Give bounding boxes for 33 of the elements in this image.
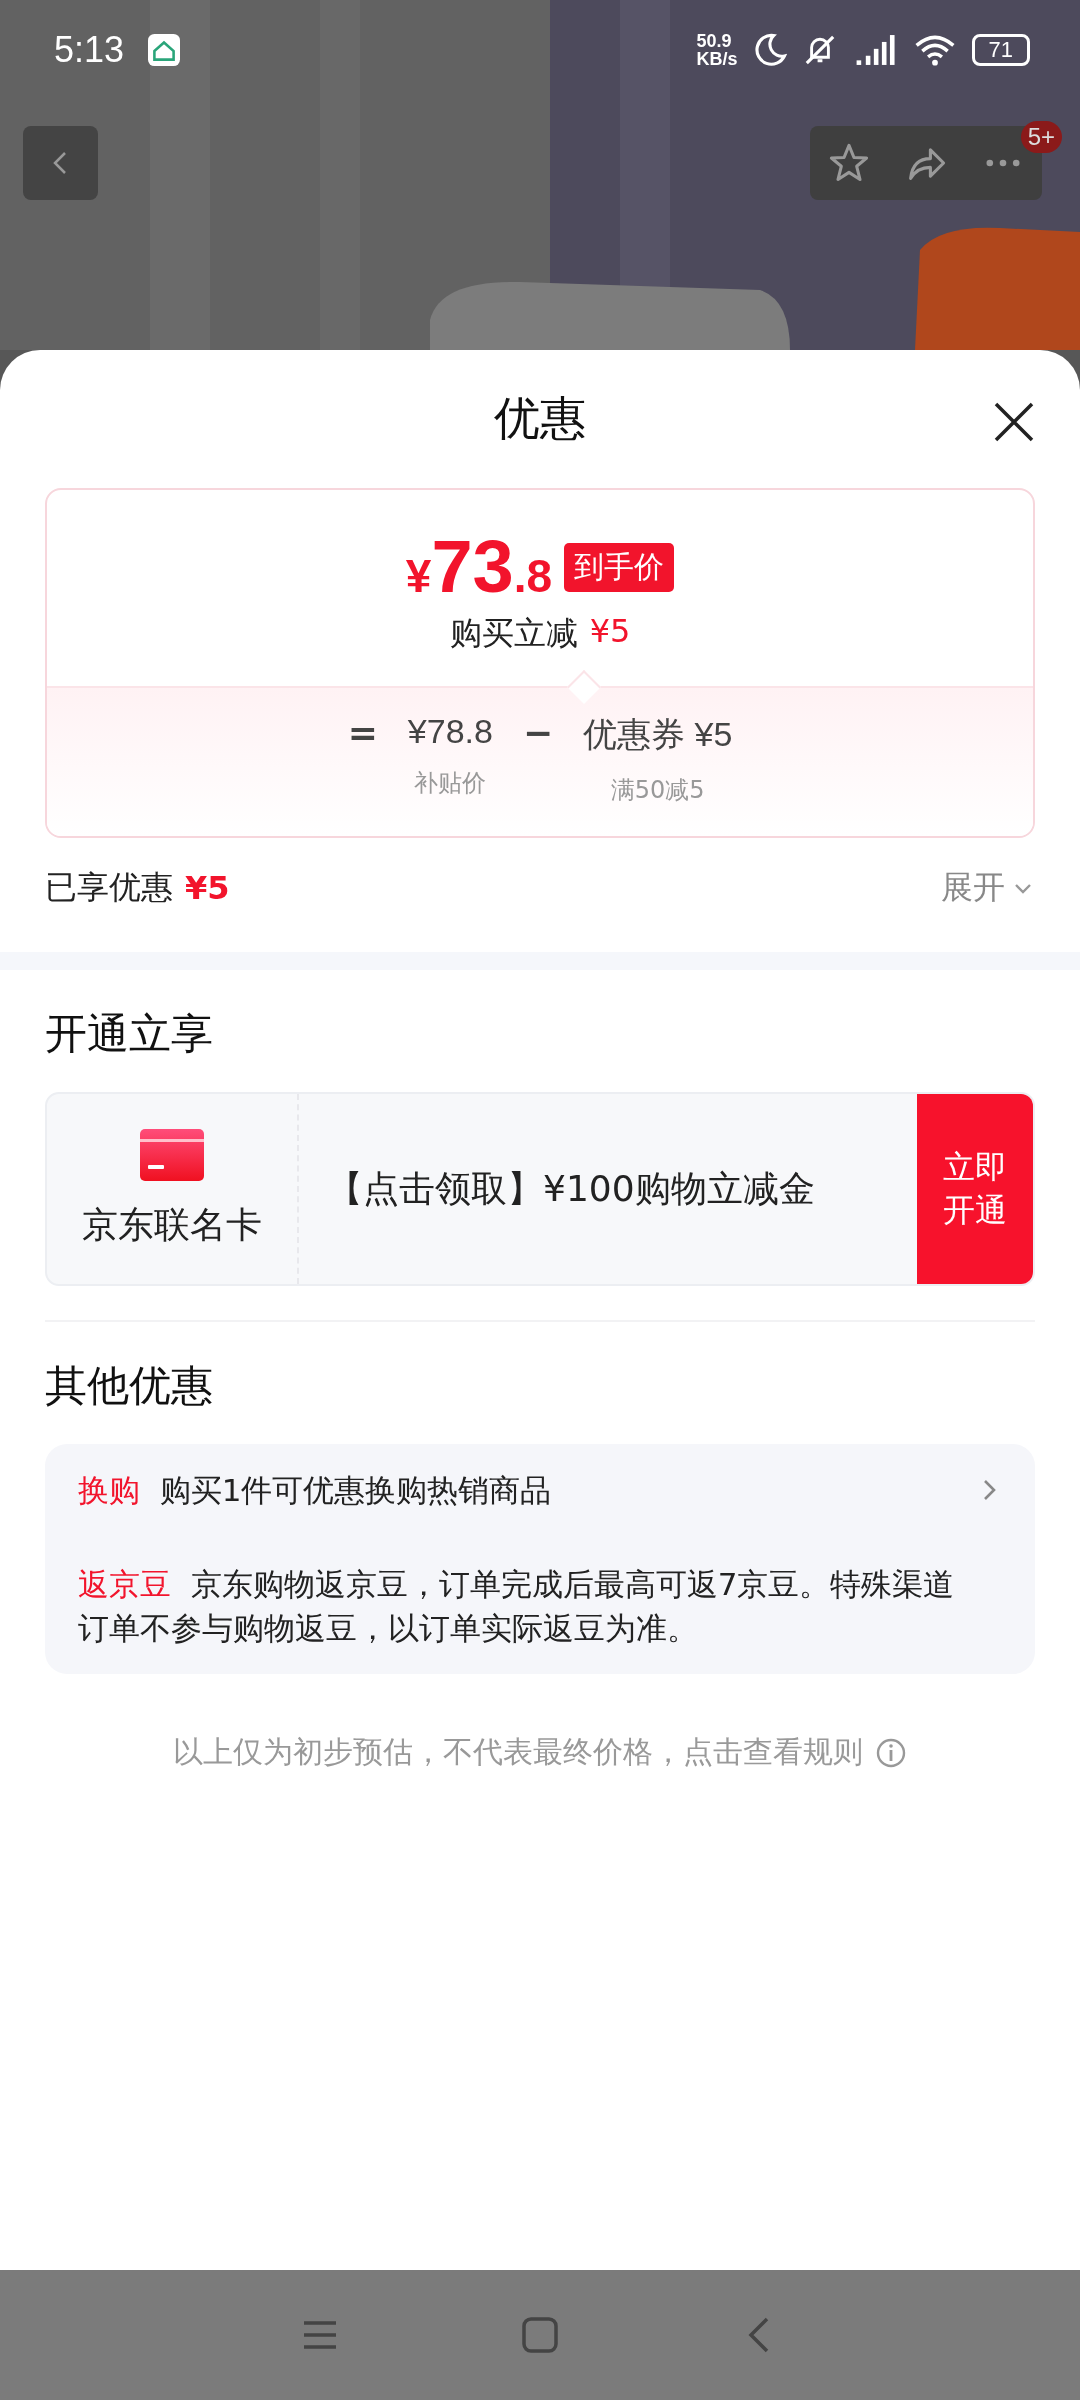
term-caption: 满50减5 xyxy=(610,775,705,806)
sheet-title: 优惠 xyxy=(494,390,586,447)
disclaimer-link[interactable]: 以上仅为初步预估，不代表最终价格，点击查看规则 xyxy=(173,1732,863,1773)
section-title: 开通立享 xyxy=(45,1008,214,1060)
expand-toggle[interactable]: 展开 xyxy=(941,866,1035,910)
credit-card-icon xyxy=(140,1128,204,1181)
operator-sign: − xyxy=(522,712,554,753)
final-price: ¥73.8 xyxy=(405,530,553,604)
term-caption: 补贴价 xyxy=(414,768,487,799)
price-term: 优惠券 ¥5 xyxy=(583,714,733,755)
offer-description: 返京豆 京东购物返京豆，订单完成后最高可返7京豆。特殊渠道订单不参与购物返豆，以订单实际返豆为准。 xyxy=(78,1565,956,1648)
close-icon[interactable] xyxy=(992,400,1036,444)
network-speed: 50.9 KB/s xyxy=(696,32,738,68)
price-term: ¥78.8 xyxy=(407,712,493,751)
activate-button[interactable]: 立即开通 xyxy=(917,1094,1033,1284)
offer-text: 【点击领取】¥100购物立减金 xyxy=(327,1166,815,1211)
home-icon[interactable] xyxy=(520,2315,560,2355)
price-tag: 到手价 xyxy=(564,542,675,592)
status-time: 5:13 xyxy=(54,29,125,71)
battery-indicator: 71 xyxy=(971,34,1030,66)
operator-sign: = xyxy=(347,712,378,753)
app-icon xyxy=(148,34,181,66)
section-title: 其他优惠 xyxy=(45,1360,214,1412)
enjoyed-amount: ¥5 xyxy=(185,869,230,907)
offer-description: 换购 购买1件可优惠换购热销商品 xyxy=(78,1471,553,1510)
discount-label: 购买立减 xyxy=(449,613,578,654)
enjoyed-label: 已享优惠 xyxy=(45,867,173,908)
message-badge: 5+ xyxy=(1020,121,1062,153)
discount-amount: ¥5 xyxy=(589,612,631,652)
card-offer[interactable]: 京东联名卡 【点击领取】¥100购物立减金 立即开通 xyxy=(45,1092,1035,1286)
info-icon[interactable] xyxy=(875,1736,907,1769)
card-name: 京东联名卡 xyxy=(82,1202,262,1247)
back-button[interactable] xyxy=(23,126,98,200)
